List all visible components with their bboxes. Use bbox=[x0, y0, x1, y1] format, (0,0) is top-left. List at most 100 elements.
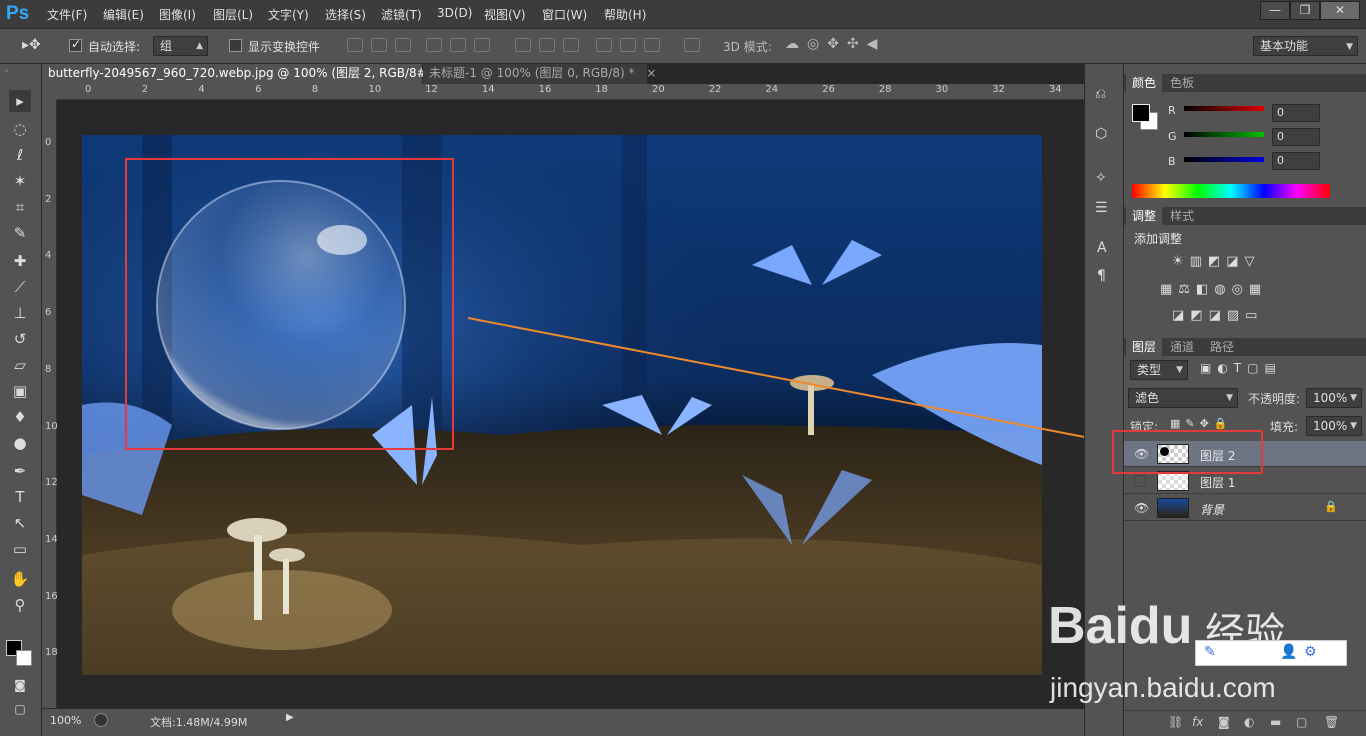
align-bottom-icon[interactable] bbox=[395, 38, 411, 52]
mask-icon[interactable]: ◙ bbox=[1218, 715, 1230, 729]
distribute-bottom-icon[interactable] bbox=[563, 38, 579, 52]
paragraph-panel-icon[interactable]: ¶ bbox=[1097, 268, 1106, 284]
close-window-button[interactable]: ✕ bbox=[1320, 1, 1360, 20]
rectangle-tool-icon[interactable]: ▭ bbox=[9, 538, 31, 560]
collapse-icon[interactable]: » bbox=[4, 66, 9, 75]
menu-view[interactable]: 视图(V) bbox=[484, 6, 526, 23]
channel-g-field[interactable]: 0 bbox=[1272, 128, 1320, 146]
tab-untitled[interactable]: 未标题-1 @ 100% (图层 0, RGB/8) * × bbox=[423, 64, 656, 84]
hand-tool-icon[interactable]: ✋ bbox=[9, 568, 31, 590]
tab-channels[interactable]: 通道 bbox=[1164, 338, 1200, 356]
path-select-icon[interactable]: ↖ bbox=[9, 512, 31, 534]
fx-icon[interactable]: fx bbox=[1192, 715, 1203, 729]
brush-panel-icon[interactable]: ✧ bbox=[1095, 170, 1107, 186]
tab-adjustments[interactable]: 调整 bbox=[1126, 207, 1163, 225]
jingyan-toolbar[interactable]: ✎ 👤 ⚙ bbox=[1195, 640, 1347, 666]
dodge-tool-icon[interactable]: ● bbox=[9, 432, 31, 454]
adjustment-icon[interactable]: ◐ bbox=[1244, 715, 1254, 729]
layer-filter-icons[interactable]: ▣◐T▢▤ bbox=[1200, 361, 1282, 375]
visibility-eye-icon[interactable]: 👁 bbox=[1134, 501, 1149, 515]
distribute-right-icon[interactable] bbox=[644, 38, 660, 52]
brush-tool-icon[interactable]: ⟋ bbox=[9, 276, 31, 298]
show-transform-checkbox[interactable] bbox=[229, 39, 242, 52]
align-hcenter-icon[interactable] bbox=[450, 38, 466, 52]
channel-b-field[interactable]: 0 bbox=[1272, 152, 1320, 170]
healing-brush-icon[interactable]: ✚ bbox=[9, 250, 31, 272]
history-brush-icon[interactable]: ↺ bbox=[9, 328, 31, 350]
eyedropper-icon[interactable]: ✎ bbox=[9, 222, 31, 244]
tab-styles[interactable]: 样式 bbox=[1164, 207, 1200, 225]
menu-help[interactable]: 帮助(H) bbox=[604, 6, 646, 23]
eraser-tool-icon[interactable]: ▱ bbox=[9, 354, 31, 376]
menu-file[interactable]: 文件(F) bbox=[47, 6, 87, 23]
link-icon[interactable]: ⛓ bbox=[1168, 715, 1183, 729]
quick-mask-icon[interactable]: ◙ bbox=[9, 674, 31, 696]
tab-butterfly[interactable]: butterfly-2049567_960_720.webp.jpg @ 100… bbox=[42, 64, 463, 84]
adjustment-icons-row1[interactable]: ☀▥◩◪▽ bbox=[1172, 254, 1261, 269]
workspace-dropdown[interactable]: 基本功能 ▼ bbox=[1253, 36, 1358, 56]
tab-layers[interactable]: 图层 bbox=[1126, 338, 1163, 356]
auto-select-checkbox[interactable] bbox=[69, 37, 82, 52]
fill-field[interactable]: 100% ▼ bbox=[1306, 416, 1362, 436]
lock-icons[interactable]: ▦✎✥🔒 bbox=[1170, 417, 1233, 430]
visibility-empty-box[interactable] bbox=[1134, 475, 1146, 487]
trash-icon[interactable]: 🗑 bbox=[1324, 715, 1339, 729]
adjustment-icons-row3[interactable]: ◪◩◪▨▭ bbox=[1172, 308, 1263, 323]
tab-color[interactable]: 颜色 bbox=[1126, 74, 1163, 92]
channel-r-slider[interactable] bbox=[1184, 106, 1264, 111]
new-layer-icon[interactable]: ▢ bbox=[1296, 715, 1307, 729]
character-panel-icon[interactable]: A bbox=[1097, 240, 1107, 256]
channel-g-slider[interactable] bbox=[1184, 132, 1264, 137]
menu-image[interactable]: 图像(I) bbox=[159, 6, 196, 23]
distribute-hcenter-icon[interactable] bbox=[620, 38, 636, 52]
distribute-top-icon[interactable] bbox=[515, 38, 531, 52]
marquee-tool-icon[interactable]: ◌ bbox=[9, 118, 31, 140]
menu-window[interactable]: 窗口(W) bbox=[542, 6, 587, 23]
zoom-level[interactable]: 100% bbox=[50, 714, 81, 727]
gear-icon[interactable]: ⚙ bbox=[1304, 644, 1317, 660]
layer-row-background[interactable]: 👁 背景 🔒 bbox=[1124, 495, 1366, 521]
type-tool-icon[interactable]: T bbox=[9, 486, 31, 508]
blur-tool-icon[interactable]: ♦ bbox=[9, 406, 31, 428]
menu-layer[interactable]: 图层(L) bbox=[213, 6, 253, 23]
auto-align-icon[interactable] bbox=[684, 38, 700, 52]
3d-mode-icons[interactable]: ☁◎✥✣◀ bbox=[785, 36, 885, 52]
distribute-left-icon[interactable] bbox=[596, 38, 612, 52]
clone-stamp-icon[interactable]: ⊥ bbox=[9, 302, 31, 324]
lasso-tool-icon[interactable]: ℓ bbox=[9, 144, 31, 166]
restore-button[interactable]: ❐ bbox=[1290, 1, 1320, 20]
tab-paths[interactable]: 路径 bbox=[1204, 338, 1240, 356]
align-top-icon[interactable] bbox=[347, 38, 363, 52]
align-right-icon[interactable] bbox=[474, 38, 490, 52]
move-tool-preset-icon[interactable]: ▸✥ bbox=[22, 37, 41, 53]
auto-select-dropdown[interactable]: 组 ▲ bbox=[153, 36, 208, 56]
pen-tool-icon[interactable]: ✒ bbox=[9, 460, 31, 482]
folder-icon[interactable]: ▬ bbox=[1270, 715, 1281, 729]
tab-close-icon[interactable]: × bbox=[646, 66, 656, 80]
menu-select[interactable]: 选择(S) bbox=[325, 6, 366, 23]
menu-3d[interactable]: 3D(D) bbox=[437, 6, 472, 20]
magic-wand-icon[interactable]: ✶ bbox=[9, 170, 31, 192]
properties-panel-icon[interactable]: ☰ bbox=[1095, 200, 1108, 216]
opacity-field[interactable]: 100% ▼ bbox=[1306, 388, 1362, 408]
move-tool-icon[interactable]: ▸ bbox=[9, 90, 31, 112]
layer-filter-dropdown[interactable]: 类型 ▼ bbox=[1130, 360, 1188, 380]
channel-b-slider[interactable] bbox=[1184, 157, 1264, 162]
history-panel-icon[interactable]: ⎌ bbox=[1095, 86, 1106, 102]
menu-type[interactable]: 文字(Y) bbox=[268, 6, 309, 23]
menu-edit[interactable]: 编辑(E) bbox=[103, 6, 144, 23]
edit-icon[interactable]: ✎ bbox=[1204, 644, 1216, 660]
user-icon[interactable]: 👤 bbox=[1280, 644, 1297, 660]
minimize-button[interactable]: — bbox=[1260, 1, 1290, 20]
status-menu-arrow-icon[interactable]: ▶ bbox=[286, 712, 294, 723]
tab-swatches[interactable]: 色板 bbox=[1164, 74, 1200, 92]
gradient-tool-icon[interactable]: ▣ bbox=[9, 380, 31, 402]
distribute-vcenter-icon[interactable] bbox=[539, 38, 555, 52]
3d-panel-icon[interactable]: ⬡ bbox=[1095, 126, 1107, 142]
screen-mode-icon[interactable]: ▢ bbox=[9, 698, 31, 720]
background-color-swatch[interactable] bbox=[16, 650, 32, 666]
crop-tool-icon[interactable]: ⌗ bbox=[9, 196, 31, 218]
channel-r-field[interactable]: 0 bbox=[1272, 104, 1320, 122]
blend-mode-dropdown[interactable]: 滤色 ▼ bbox=[1128, 388, 1238, 408]
align-vcenter-icon[interactable] bbox=[371, 38, 387, 52]
